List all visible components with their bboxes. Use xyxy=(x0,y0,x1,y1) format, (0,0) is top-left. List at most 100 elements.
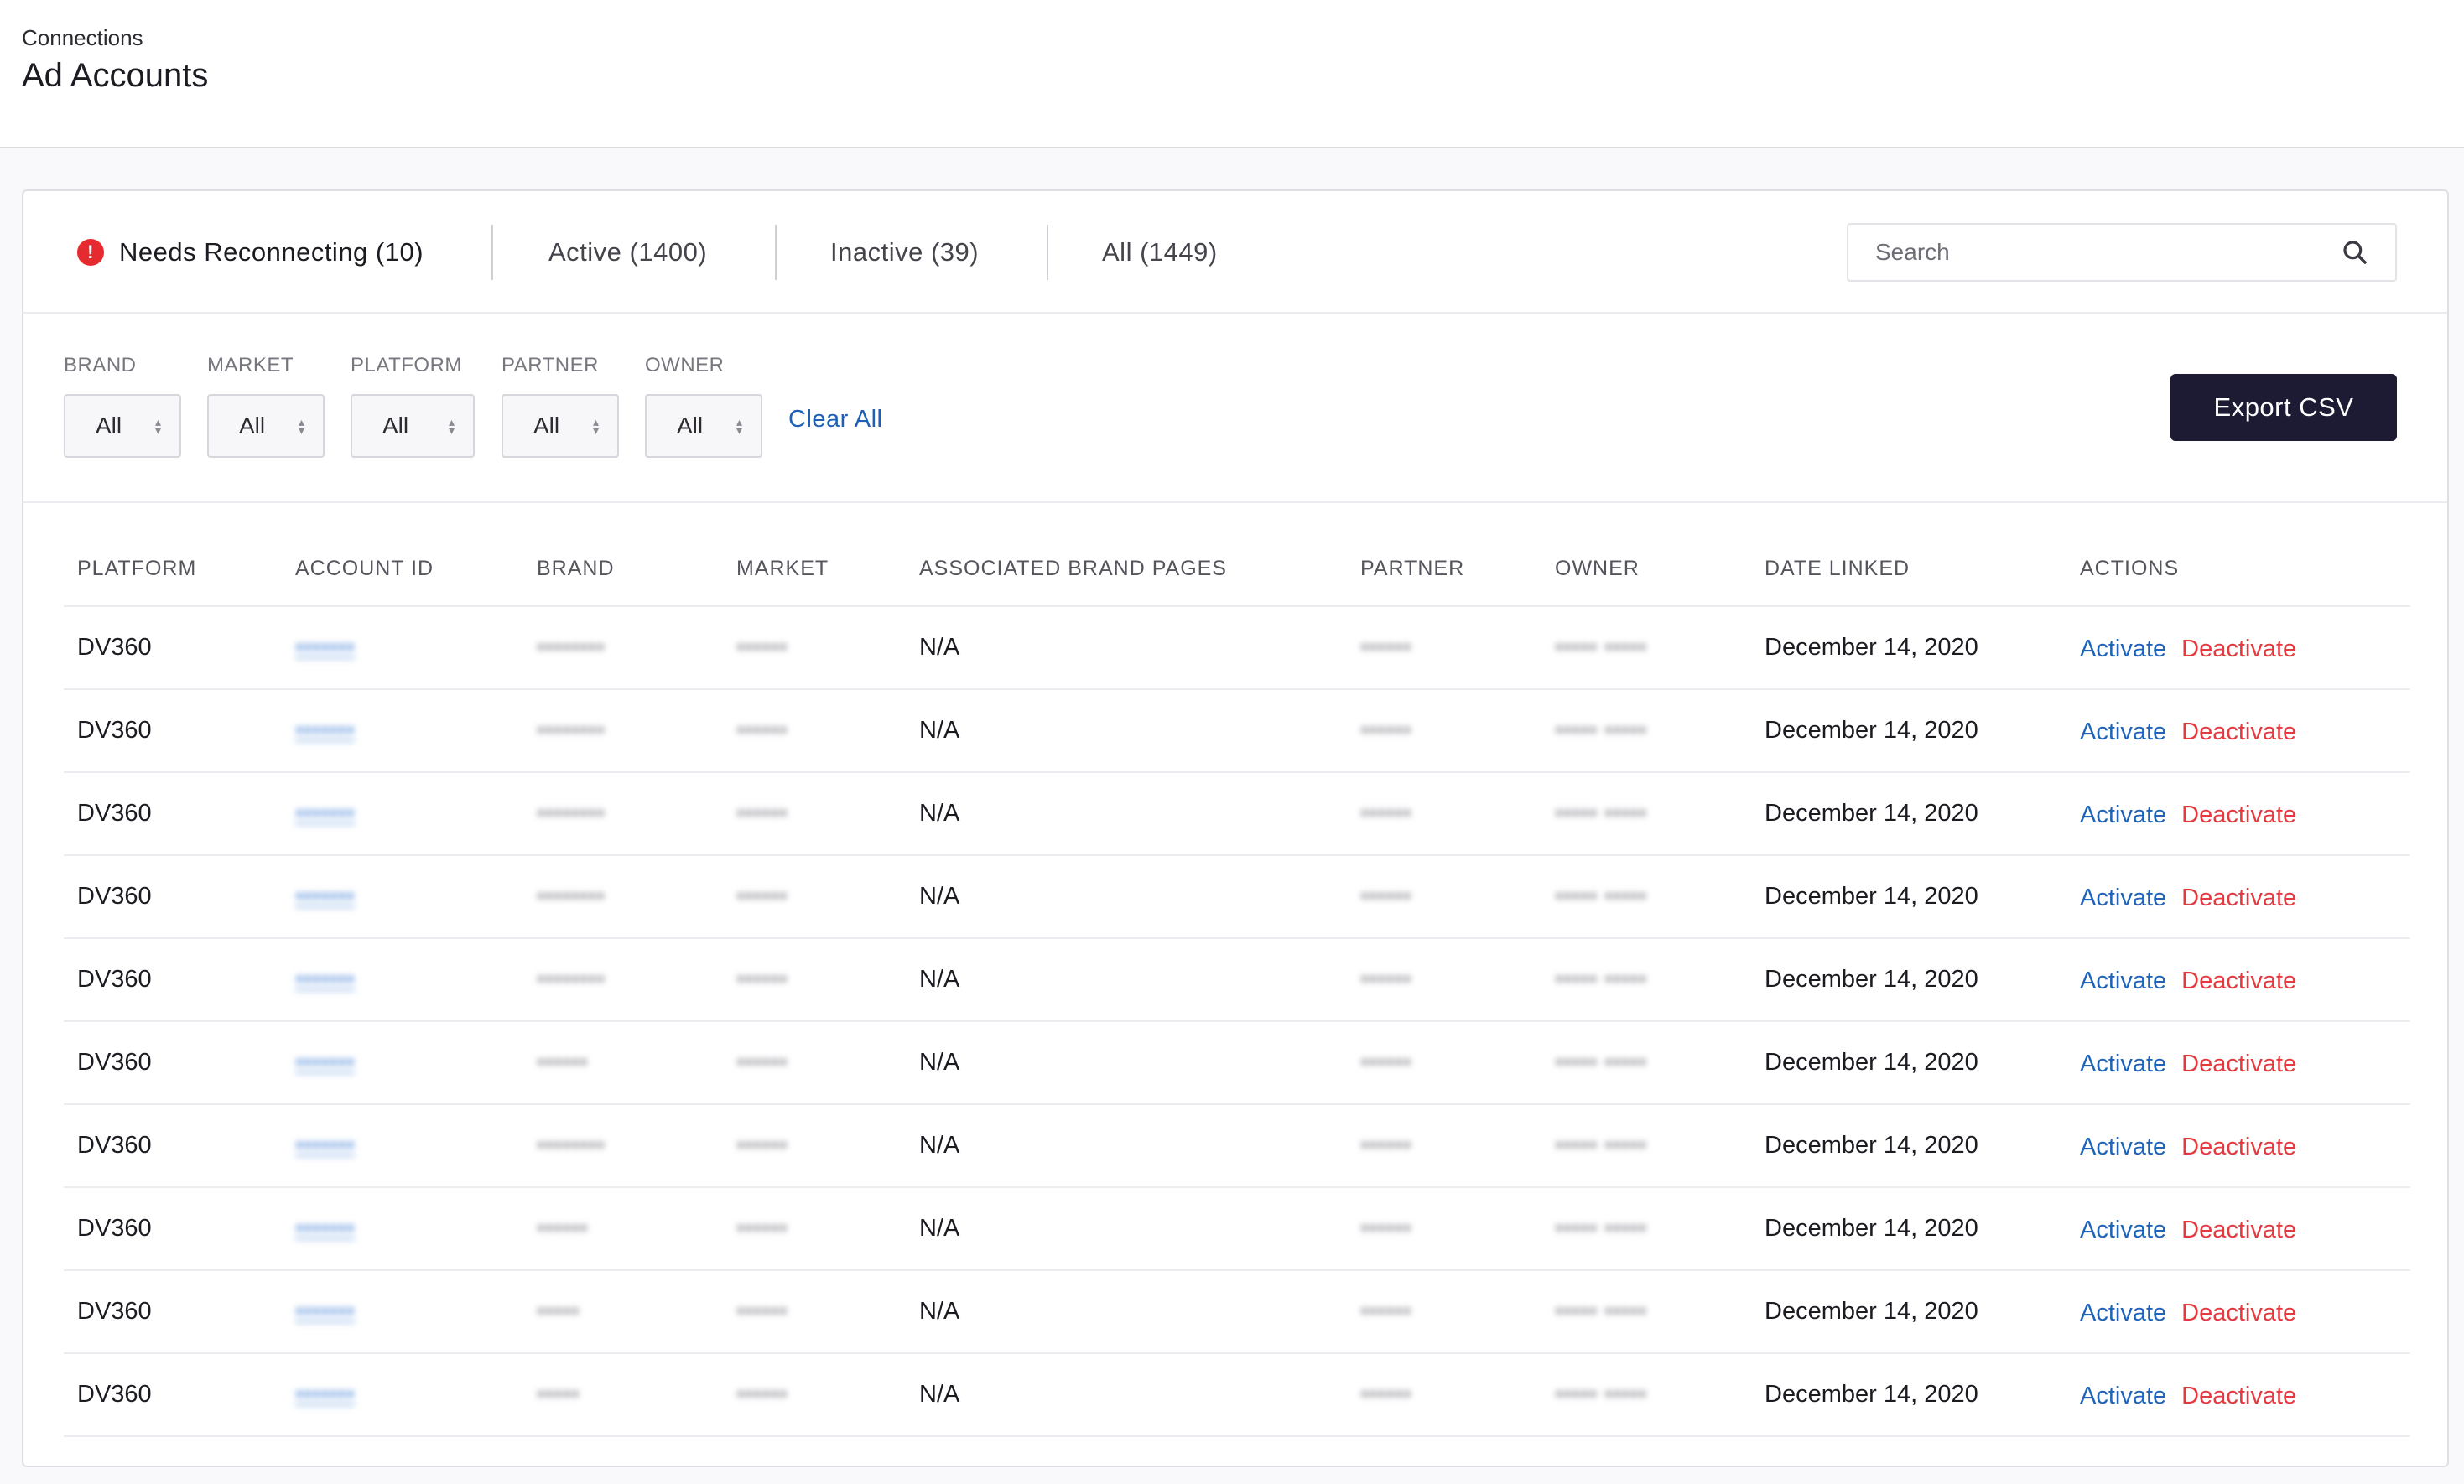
account-id-link[interactable]: ••••••• xyxy=(295,966,355,994)
date-linked-cell: December 14, 2020 xyxy=(1765,717,1978,744)
deactivate-link[interactable]: Deactivate xyxy=(2181,1383,2296,1409)
tab-needs-reconnecting[interactable]: ! Needs Reconnecting (10) xyxy=(77,226,424,278)
partner-select[interactable]: All ▴ ▾ xyxy=(502,394,619,458)
tab-label: All (1449) xyxy=(1102,237,1218,267)
filter-label: OWNER xyxy=(645,354,725,376)
brand-pages-cell: N/A xyxy=(919,966,960,993)
tab-active[interactable]: Active (1400) xyxy=(548,226,707,278)
search-box xyxy=(1847,223,2397,282)
table-header: PLATFORM ACCOUNT ID BRAND MARKET ASSOCIA… xyxy=(64,503,2410,607)
owner-cell: ••••• ••••• xyxy=(1555,1381,1647,1408)
brand-select[interactable]: All ▴ ▾ xyxy=(64,394,181,458)
account-id-link[interactable]: ••••••• xyxy=(295,1298,355,1326)
platform-cell: DV360 xyxy=(77,800,152,827)
actions-cell: Activate Deactivate xyxy=(2080,1051,2296,1078)
sort-arrows-icon: ▴ ▾ xyxy=(154,415,161,437)
table-row: DV360 ••••••• ••••• •••••• N/A •••••• ••… xyxy=(64,1354,2410,1437)
activate-link[interactable]: Activate xyxy=(2080,719,2166,745)
deactivate-link[interactable]: Deactivate xyxy=(2181,1051,2296,1077)
deactivate-link[interactable]: Deactivate xyxy=(2181,802,2296,828)
platform-select[interactable]: All ▴ ▾ xyxy=(351,394,475,458)
partner-cell: •••••• xyxy=(1360,966,1411,993)
activate-link[interactable]: Activate xyxy=(2080,1134,2166,1160)
actions-cell: Activate Deactivate xyxy=(2080,1134,2296,1161)
account-id-link[interactable]: ••••••• xyxy=(295,883,355,911)
filter-label: BRAND xyxy=(64,354,137,376)
actions-cell: Activate Deactivate xyxy=(2080,1383,2296,1410)
platform-cell: DV360 xyxy=(77,717,152,744)
search-icon[interactable] xyxy=(2342,239,2368,266)
owner-cell: ••••• ••••• xyxy=(1555,634,1647,661)
platform-cell: DV360 xyxy=(77,1132,152,1159)
brand-cell: •••••••• xyxy=(537,717,606,744)
export-csv-button[interactable]: Export CSV xyxy=(2170,374,2397,441)
deactivate-link[interactable]: Deactivate xyxy=(2181,1300,2296,1326)
activate-link[interactable]: Activate xyxy=(2080,885,2166,911)
date-linked-cell: December 14, 2020 xyxy=(1765,1381,1978,1408)
brand-pages-cell: N/A xyxy=(919,1381,960,1408)
select-value: All xyxy=(239,413,266,438)
table-row: DV360 ••••••• •••••••• •••••• N/A ••••••… xyxy=(64,607,2410,690)
account-id-link[interactable]: ••••••• xyxy=(295,717,355,745)
tab-all[interactable]: All (1449) xyxy=(1102,226,1218,278)
activate-link[interactable]: Activate xyxy=(2080,1300,2166,1326)
activate-link[interactable]: Activate xyxy=(2080,1051,2166,1077)
activate-link[interactable]: Activate xyxy=(2080,968,2166,994)
account-id-link[interactable]: ••••••• xyxy=(295,800,355,828)
account-id-link[interactable]: ••••••• xyxy=(295,634,355,662)
tab-label: Needs Reconnecting (10) xyxy=(119,237,424,267)
date-linked-cell: December 14, 2020 xyxy=(1765,966,1978,993)
platform-cell: DV360 xyxy=(77,1298,152,1325)
brand-cell: •••••• xyxy=(537,1215,588,1242)
deactivate-link[interactable]: Deactivate xyxy=(2181,968,2296,994)
table-row: DV360 ••••••• •••••••• •••••• N/A ••••••… xyxy=(64,939,2410,1022)
actions-cell: Activate Deactivate xyxy=(2080,1300,2296,1327)
actions-cell: Activate Deactivate xyxy=(2080,968,2296,995)
actions-cell: Activate Deactivate xyxy=(2080,802,2296,829)
breadcrumb[interactable]: Connections xyxy=(22,25,143,51)
actions-cell: Activate Deactivate xyxy=(2080,885,2296,912)
brand-cell: •••••• xyxy=(537,1049,588,1076)
market-select[interactable]: All ▴ ▾ xyxy=(207,394,325,458)
activate-link[interactable]: Activate xyxy=(2080,1217,2166,1243)
owner-select[interactable]: All ▴ ▾ xyxy=(645,394,762,458)
account-id-link[interactable]: ••••••• xyxy=(295,1215,355,1243)
page-header: Connections Ad Accounts xyxy=(0,0,2464,148)
table-row: DV360 ••••••• •••••• •••••• N/A •••••• •… xyxy=(64,1188,2410,1271)
sort-arrows-icon: ▴ ▾ xyxy=(448,415,455,437)
account-id-link[interactable]: ••••••• xyxy=(295,1381,355,1409)
market-cell: •••••• xyxy=(736,883,788,910)
brand-cell: •••••••• xyxy=(537,800,606,827)
search-input[interactable] xyxy=(1875,239,2342,266)
date-linked-cell: December 14, 2020 xyxy=(1765,883,1978,910)
actions-cell: Activate Deactivate xyxy=(2080,719,2296,746)
column-header: PLATFORM xyxy=(77,557,197,580)
accounts-table: PLATFORM ACCOUNT ID BRAND MARKET ASSOCIA… xyxy=(64,503,2410,1437)
clear-all-link[interactable]: Clear All xyxy=(788,406,883,433)
owner-cell: ••••• ••••• xyxy=(1555,883,1647,910)
tab-divider xyxy=(775,225,777,280)
activate-link[interactable]: Activate xyxy=(2080,636,2166,662)
select-value: All xyxy=(677,413,704,438)
owner-cell: ••••• ••••• xyxy=(1555,1215,1647,1242)
activate-link[interactable]: Activate xyxy=(2080,1383,2166,1409)
platform-cell: DV360 xyxy=(77,1049,152,1076)
brand-pages-cell: N/A xyxy=(919,1298,960,1325)
deactivate-link[interactable]: Deactivate xyxy=(2181,636,2296,662)
activate-link[interactable]: Activate xyxy=(2080,802,2166,828)
brand-cell: •••••••• xyxy=(537,883,606,910)
select-value: All xyxy=(382,413,409,438)
brand-cell: •••••••• xyxy=(537,966,606,993)
tab-inactive[interactable]: Inactive (39) xyxy=(830,226,979,278)
deactivate-link[interactable]: Deactivate xyxy=(2181,719,2296,745)
partner-cell: •••••• xyxy=(1360,883,1411,910)
partner-cell: •••••• xyxy=(1360,1132,1411,1159)
deactivate-link[interactable]: Deactivate xyxy=(2181,1217,2296,1243)
account-id-link[interactable]: ••••••• xyxy=(295,1049,355,1077)
column-header: BRAND xyxy=(537,557,615,580)
deactivate-link[interactable]: Deactivate xyxy=(2181,1134,2296,1160)
deactivate-link[interactable]: Deactivate xyxy=(2181,885,2296,911)
account-id-link[interactable]: ••••••• xyxy=(295,1132,355,1160)
market-cell: •••••• xyxy=(736,1298,788,1325)
partner-cell: •••••• xyxy=(1360,1381,1411,1408)
